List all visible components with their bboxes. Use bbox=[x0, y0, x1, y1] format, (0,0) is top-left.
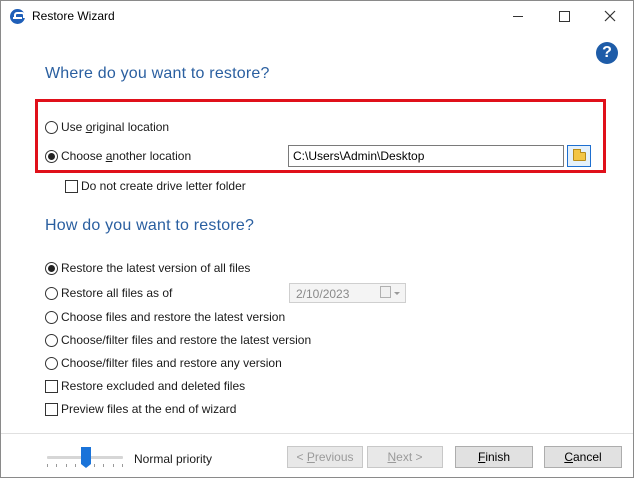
restore-excluded-deleted-label: Restore excluded and deleted files bbox=[61, 379, 246, 393]
no-drive-letter-option[interactable]: Do not create drive letter folder bbox=[65, 178, 246, 194]
no-drive-letter-label: Do not create drive letter folder bbox=[81, 179, 246, 193]
choose-another-location-radio[interactable] bbox=[45, 149, 58, 163]
how-heading: How do you want to restore? bbox=[45, 217, 255, 234]
restore-excluded-deleted-checkbox[interactable] bbox=[45, 379, 58, 393]
priority-label: Normal priority bbox=[134, 452, 213, 466]
restore-option-label: Restore the latest version of all files bbox=[61, 261, 251, 275]
restore-path-input[interactable]: C:\Users\Admin\Desktop bbox=[288, 145, 564, 167]
previous-button[interactable]: < Previous bbox=[287, 446, 363, 468]
restore-option-filter-latest[interactable]: Choose/filter files and restore the late… bbox=[45, 332, 311, 348]
restore-option-radio[interactable] bbox=[45, 333, 58, 347]
chevron-down-icon[interactable] bbox=[394, 292, 400, 295]
restore-wizard-window: Restore Wizard ? Where do you want to re… bbox=[0, 0, 634, 478]
preview-files-label: Preview files at the end of wizard bbox=[61, 402, 237, 416]
restore-option-latest-all[interactable]: Restore the latest version of all files bbox=[45, 260, 250, 276]
restore-option-label: Choose/filter files and restore any vers… bbox=[61, 356, 282, 370]
use-original-location-radio[interactable] bbox=[45, 120, 58, 134]
priority-slider-thumb[interactable] bbox=[81, 447, 91, 468]
no-drive-letter-checkbox[interactable] bbox=[65, 179, 78, 193]
next-button[interactable]: Next > bbox=[367, 446, 443, 468]
choose-another-location-label: Choose another location bbox=[61, 149, 192, 163]
help-icon[interactable]: ? bbox=[596, 42, 618, 64]
priority-slider[interactable] bbox=[45, 446, 125, 470]
footer-divider bbox=[1, 433, 633, 434]
preview-files-checkbox[interactable] bbox=[45, 402, 58, 416]
restore-option-radio[interactable] bbox=[45, 261, 58, 275]
finish-button[interactable]: Finish bbox=[455, 446, 533, 468]
cancel-button[interactable]: Cancel bbox=[544, 446, 622, 468]
where-heading: Where do you want to restore? bbox=[45, 65, 270, 82]
calendar-icon[interactable] bbox=[380, 286, 391, 298]
use-original-location-option[interactable]: Use original location bbox=[45, 119, 169, 135]
restore-option-label: Restore all files as of bbox=[61, 286, 173, 300]
restore-option-radio[interactable] bbox=[45, 356, 58, 370]
folder-icon bbox=[573, 149, 586, 161]
restore-option-radio[interactable] bbox=[45, 310, 58, 324]
minimize-button[interactable] bbox=[495, 1, 541, 32]
restore-option-label: Choose/filter files and restore the late… bbox=[61, 333, 312, 347]
restore-option-choose-latest[interactable]: Choose files and restore the latest vers… bbox=[45, 309, 285, 325]
window-title: Restore Wizard bbox=[32, 9, 115, 23]
app-restore-icon bbox=[10, 9, 25, 24]
restore-excluded-deleted-option[interactable]: Restore excluded and deleted files bbox=[45, 378, 245, 394]
use-original-location-label: Use original location bbox=[61, 120, 170, 134]
close-button[interactable] bbox=[587, 1, 633, 32]
preview-files-option[interactable]: Preview files at the end of wizard bbox=[45, 401, 236, 417]
title-bar: Restore Wizard bbox=[1, 1, 633, 32]
restore-option-filter-any[interactable]: Choose/filter files and restore any vers… bbox=[45, 355, 282, 371]
browse-folder-button[interactable] bbox=[567, 145, 591, 167]
maximize-button[interactable] bbox=[541, 1, 587, 32]
restore-option-as-of[interactable]: Restore all files as of bbox=[45, 285, 172, 301]
restore-option-radio[interactable] bbox=[45, 286, 58, 300]
choose-another-location-option[interactable]: Choose another location bbox=[45, 148, 191, 164]
close-icon bbox=[604, 10, 616, 22]
restore-option-label: Choose files and restore the latest vers… bbox=[61, 310, 286, 324]
